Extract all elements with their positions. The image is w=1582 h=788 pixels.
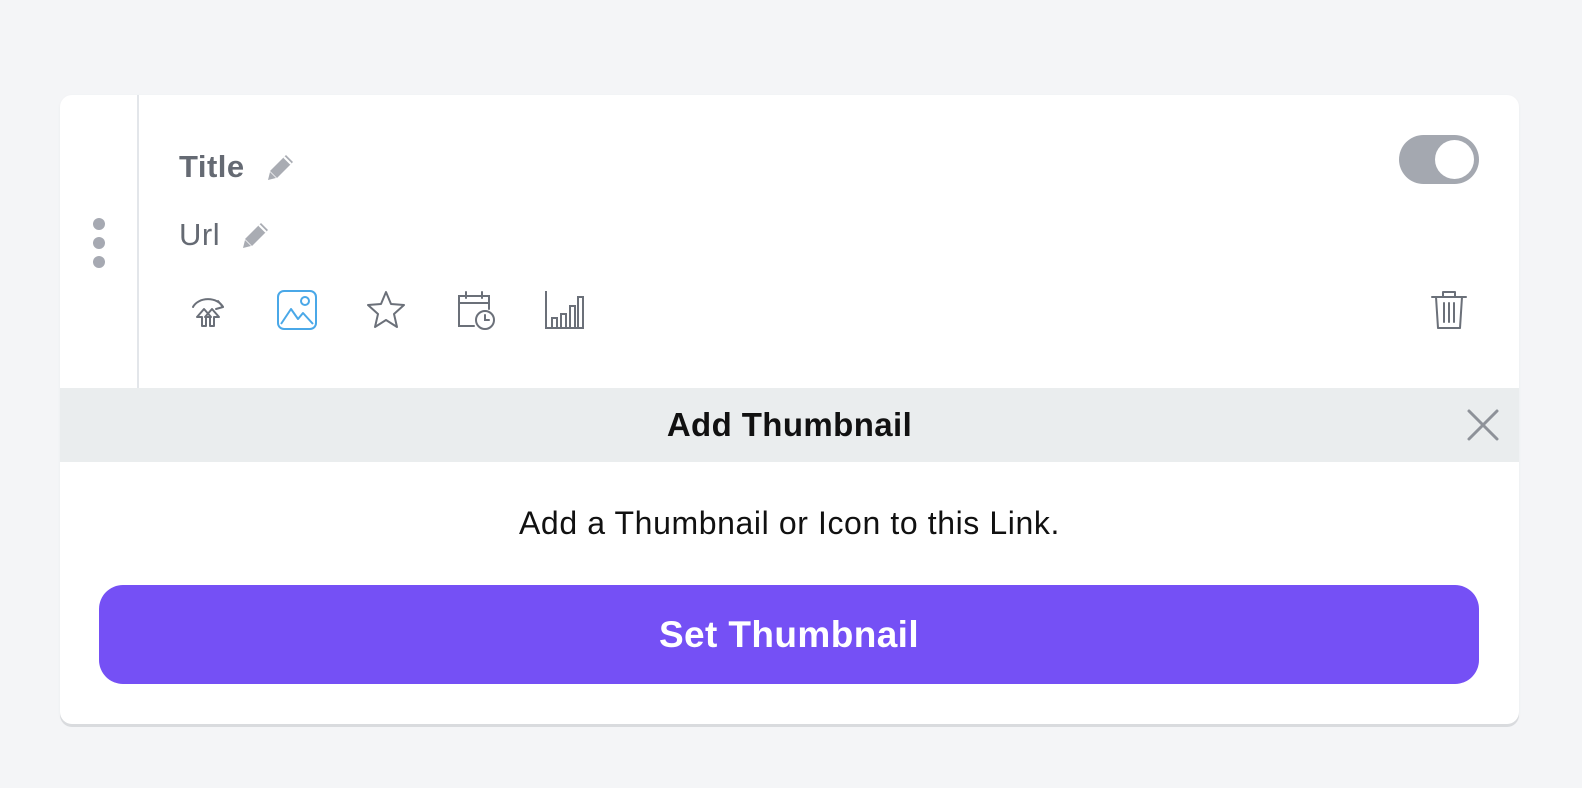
link-card: Title Url Add Thumbnail Add a Thumbnail … (60, 95, 1519, 724)
edit-url-pencil-icon[interactable] (240, 219, 272, 251)
analytics-icon[interactable] (542, 288, 586, 332)
link-title[interactable]: Title (179, 149, 245, 185)
trash-icon[interactable] (1428, 288, 1470, 332)
edit-title-pencil-icon[interactable] (265, 151, 297, 183)
panel-description: Add a Thumbnail or Icon to this Link. (518, 505, 1060, 541)
link-enabled-toggle[interactable] (1399, 135, 1479, 184)
url-row: Url (179, 213, 272, 257)
link-url[interactable]: Url (179, 217, 220, 253)
set-thumbnail-button[interactable]: Set Thumbnail (99, 585, 1479, 684)
thumbnail-panel-header: Add Thumbnail (60, 388, 1519, 462)
toggle-knob (1435, 140, 1474, 179)
star-icon[interactable] (364, 288, 408, 332)
drag-handle[interactable] (60, 95, 139, 388)
redirect-icon[interactable] (186, 288, 230, 332)
title-row: Title (179, 145, 297, 189)
drag-dots-icon (92, 216, 105, 268)
panel-title: Add Thumbnail (666, 406, 913, 443)
link-toolbar (186, 288, 631, 332)
close-icon[interactable] (1465, 407, 1501, 443)
schedule-icon[interactable] (453, 288, 497, 332)
thumbnail-icon[interactable] (275, 288, 319, 332)
